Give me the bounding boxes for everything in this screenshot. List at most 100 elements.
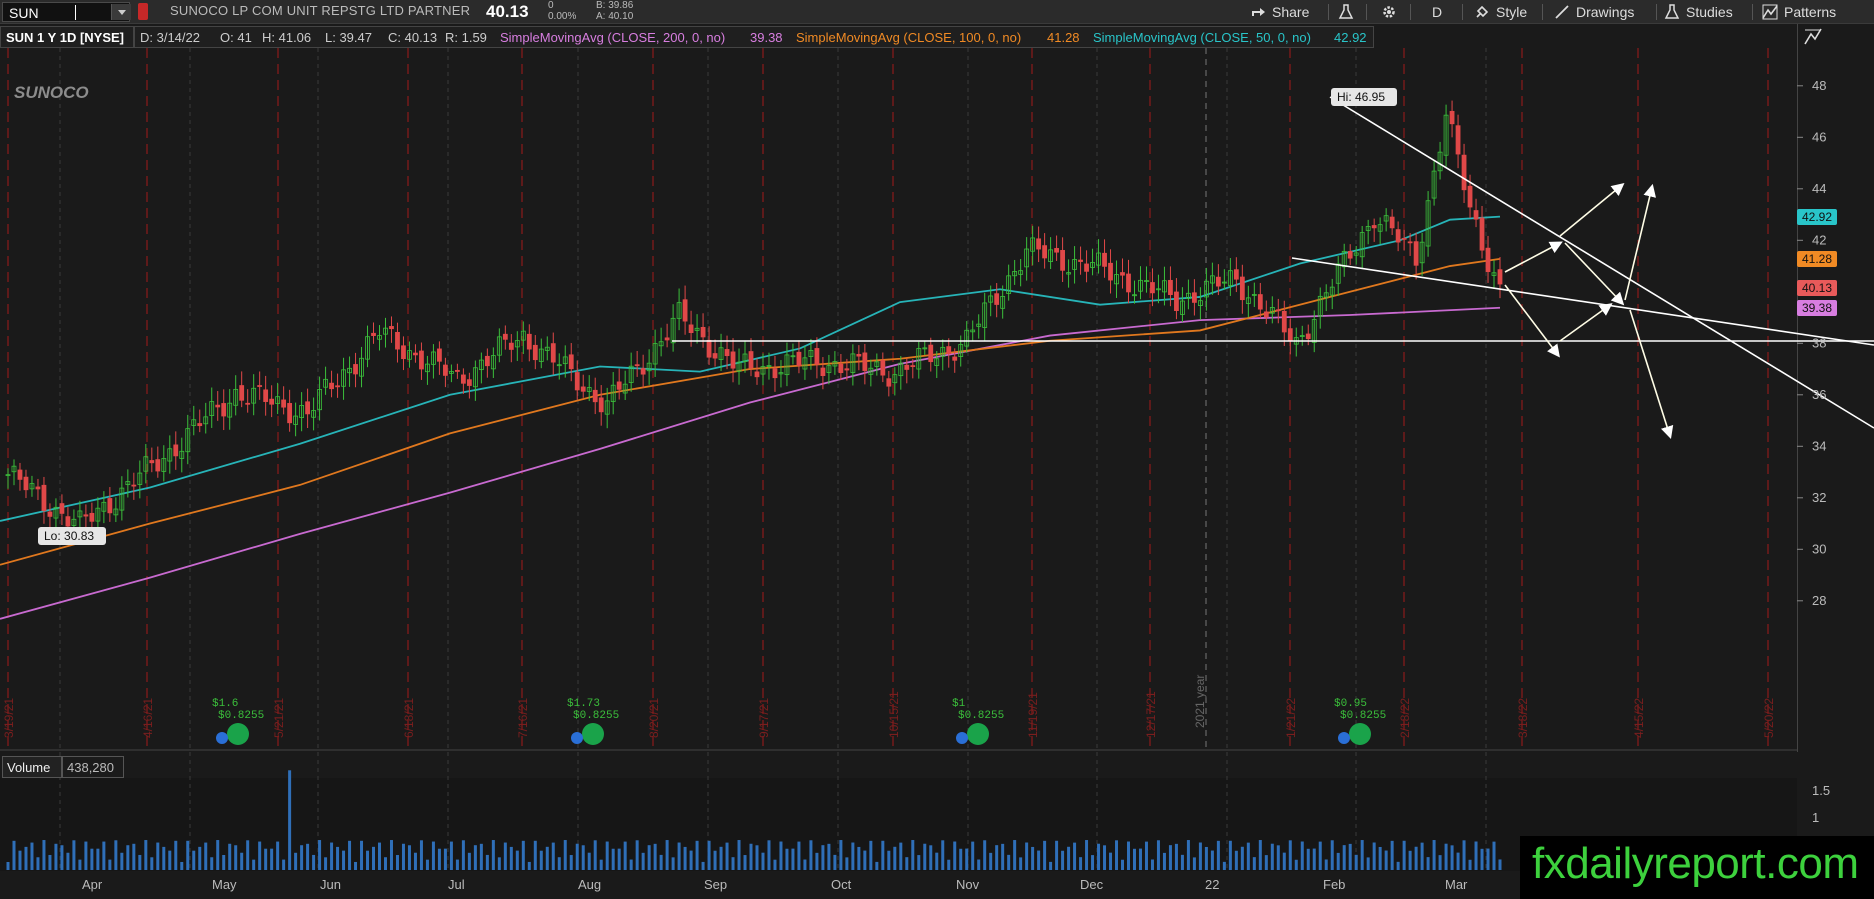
volume-bar: [1360, 840, 1364, 870]
trend-drawings[interactable]: [672, 96, 1874, 440]
volume-bar: [1354, 854, 1358, 870]
price-chart[interactable]: 3/19/21 4/16/21 5/21/21 6/18/21 7/16/21 8/20/…: [0, 48, 1874, 871]
volume-bar: [1384, 850, 1388, 870]
volume-label[interactable]: Volume: [2, 756, 62, 778]
volume-bar: [12, 840, 16, 870]
chart-settings-icon[interactable]: [1802, 26, 1824, 48]
volume-bar: [1492, 841, 1496, 870]
settings-button[interactable]: [1381, 0, 1397, 24]
candle-body: [353, 364, 358, 375]
volume-bar: [1468, 859, 1472, 870]
price-tick-label: 32: [1812, 490, 1826, 505]
share-button[interactable]: Share: [1250, 0, 1309, 24]
volume-bar: [833, 854, 837, 870]
volume-bar: [216, 840, 220, 870]
volume-bar: [1438, 855, 1442, 870]
volume-bar: [378, 842, 382, 870]
ask-value: A: 40.10: [596, 11, 634, 22]
volume-bar: [1480, 848, 1484, 870]
volume-bar: [354, 861, 358, 870]
candle-body: [454, 369, 460, 372]
style-button[interactable]: Style: [1474, 0, 1527, 24]
volume-bar: [1186, 840, 1190, 870]
volume-bar: [1126, 841, 1130, 870]
date-marker-label: 6/18/21: [402, 698, 416, 738]
sunoco-logo: SUNOCO: [14, 83, 89, 102]
volume-bar: [671, 857, 675, 870]
volume-tick-label: 1: [1812, 810, 1819, 825]
candle-body: [1479, 217, 1485, 251]
bar-open: O: 41: [220, 30, 252, 45]
volume-bar: [150, 857, 154, 870]
symbol-input[interactable]: SUN: [2, 2, 131, 22]
flask-button[interactable]: [1338, 0, 1354, 24]
volume-bar: [72, 840, 76, 870]
candle-body: [700, 326, 706, 338]
volume-bar: [360, 840, 364, 870]
chart-title[interactable]: SUN 1 Y 1D [NYSE]: [6, 30, 124, 45]
price-tick-label: 34: [1812, 438, 1826, 453]
volume-bar: [1121, 859, 1125, 870]
time-axis-label: Feb: [1323, 877, 1346, 892]
aggregation-button[interactable]: D: [1432, 0, 1442, 24]
candle-body: [1371, 225, 1377, 229]
price-tag: 40.13: [1797, 280, 1837, 297]
style-label: Style: [1496, 4, 1528, 20]
date-marker-label: 10/15/21: [887, 691, 901, 738]
time-axis-label: Dec: [1080, 877, 1104, 892]
volume-bar: [839, 840, 843, 870]
candle-body: [1108, 262, 1113, 281]
candle-body: [886, 378, 892, 387]
volume-bar: [276, 841, 280, 870]
candle-body: [1395, 229, 1401, 243]
candle-body: [23, 476, 29, 491]
info-bar: SUN 1 Y 1D [NYSE] D: 3/14/22 O: 41 H: 41…: [0, 26, 1800, 48]
candle-body: [335, 385, 340, 388]
volume-bar: [1001, 843, 1005, 870]
date-marker-label: 1/21/22: [1284, 698, 1298, 738]
candle-body: [526, 333, 532, 350]
candle-body: [724, 349, 730, 357]
dividend-amount: $1.6: [212, 698, 238, 710]
volume-bar: [1037, 850, 1041, 870]
dividend-events[interactable]: $1.6$0.8255$1.73$0.8255$1$0.8255$0.95$0.…: [212, 698, 1386, 745]
candle-body: [1413, 241, 1419, 266]
volume-bar: [1432, 840, 1436, 870]
arrow-up-2: [1559, 182, 1625, 237]
candle-body: [952, 356, 958, 361]
price-ticks: 4846444240383634323028: [1797, 78, 1826, 608]
volume-bar: [881, 840, 885, 870]
top-toolbar: SUN SUNOCO LP COM UNIT REPSTG LTD PARTNE…: [0, 0, 1874, 24]
style-icon: [1476, 5, 1489, 18]
sma100-label[interactable]: SimpleMovingAvg (CLOSE, 100, 0, no): [796, 30, 1021, 45]
volume-bar: [497, 857, 501, 870]
volume-bar: [18, 850, 22, 870]
volume-bar: [1132, 848, 1136, 870]
symbol-dropdown-button[interactable]: [111, 4, 131, 20]
bar-high: H: 41.06: [262, 30, 312, 45]
drawings-button[interactable]: Drawings: [1554, 0, 1634, 24]
alert-flag-icon[interactable]: [138, 3, 148, 20]
date-marker-label: 3/19/21: [2, 698, 16, 738]
volume-bar: [1390, 840, 1394, 870]
volume-bar: [995, 845, 999, 870]
volume-bar: [533, 840, 537, 870]
toolbar-divider: [1462, 4, 1463, 20]
sma50-label[interactable]: SimpleMovingAvg (CLOSE, 50, 0, no): [1093, 30, 1311, 45]
volume-bar: [228, 843, 232, 870]
volume-bar: [443, 848, 447, 870]
candle-body: [197, 423, 203, 427]
change-percent: 0.00%: [548, 11, 577, 22]
candle-body: [269, 398, 275, 405]
volume-bar: [204, 842, 208, 870]
volume-bar: [1216, 840, 1220, 870]
volume-bar: [60, 845, 64, 870]
volume-bar: [575, 843, 579, 870]
sma200-label[interactable]: SimpleMovingAvg (CLOSE, 200, 0, no): [500, 30, 725, 45]
studies-button[interactable]: Studies: [1664, 0, 1733, 24]
volume-bar: [306, 843, 310, 870]
price-tick-label: 42: [1812, 232, 1826, 247]
volume-bar: [294, 852, 298, 870]
patterns-button[interactable]: Patterns: [1762, 0, 1836, 24]
volume-bar: [1019, 857, 1023, 870]
